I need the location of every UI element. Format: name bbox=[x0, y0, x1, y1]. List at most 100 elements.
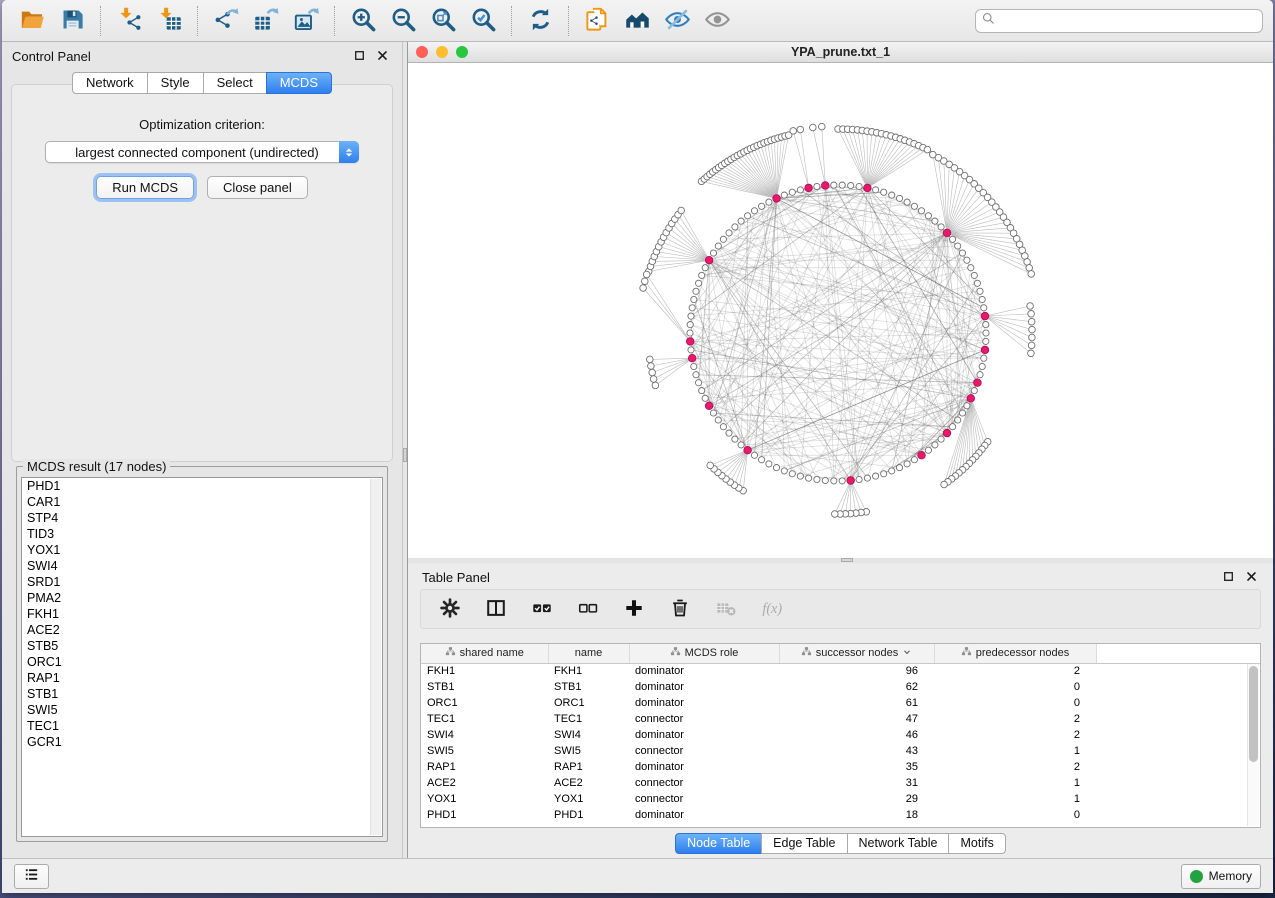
apply-layout-button[interactable] bbox=[520, 3, 560, 39]
task-history-button[interactable] bbox=[14, 864, 49, 889]
mcds-list-item[interactable]: STB1 bbox=[22, 686, 382, 702]
mcds-list-item[interactable]: ORC1 bbox=[22, 654, 382, 670]
mcds-list-item[interactable]: CAR1 bbox=[22, 494, 382, 510]
zoom-out-button[interactable] bbox=[383, 3, 423, 39]
splitter-grip[interactable] bbox=[403, 448, 407, 462]
tab-node-table[interactable]: Node Table bbox=[675, 833, 762, 854]
mcds-result-list[interactable]: PHD1CAR1STP4TID3YOX1SWI4SRD1PMA2FKH1ACE2… bbox=[21, 477, 383, 837]
mcds-button-row: Run MCDS Close panel bbox=[12, 176, 392, 199]
node-table[interactable]: shared namenameMCDS rolesuccessor nodesp… bbox=[421, 644, 1260, 823]
table-row-ORC1[interactable]: ORC1ORC1dominator610 bbox=[421, 695, 1260, 711]
zoom-selected-button[interactable] bbox=[463, 3, 503, 39]
table-scrollbar-thumb[interactable] bbox=[1249, 666, 1258, 762]
tab-mcds[interactable]: MCDS bbox=[266, 72, 332, 94]
minimize-traffic-light[interactable] bbox=[436, 46, 448, 58]
network-window-title: YPA_prune.txt_1 bbox=[408, 45, 1273, 59]
table-row-FKH1[interactable]: FKH1FKH1dominator962 bbox=[421, 663, 1260, 679]
memory-button[interactable]: Memory bbox=[1181, 864, 1261, 889]
table-row-PHD1[interactable]: PHD1PHD1dominator180 bbox=[421, 807, 1260, 823]
cell-filler bbox=[1096, 759, 1260, 775]
tab-network-table[interactable]: Network Table bbox=[847, 833, 950, 854]
mcds-list-item[interactable]: ACE2 bbox=[22, 622, 382, 638]
mcds-list-item[interactable]: PHD1 bbox=[22, 478, 382, 494]
table-row-ACE2[interactable]: ACE2ACE2connector311 bbox=[421, 775, 1260, 791]
export-network-button[interactable] bbox=[206, 3, 246, 39]
hide-selected-button[interactable] bbox=[657, 3, 697, 39]
zoom-fit-button[interactable] bbox=[423, 3, 463, 39]
table-row-RAP1[interactable]: RAP1RAP1dominator352 bbox=[421, 759, 1260, 775]
network-window: YPA_prune.txt_1 bbox=[408, 42, 1273, 558]
table-row-YOX1[interactable]: YOX1YOX1connector291 bbox=[421, 791, 1260, 807]
tab-style[interactable]: Style bbox=[147, 72, 204, 94]
mcds-list-item[interactable]: SWI4 bbox=[22, 558, 382, 574]
close-panel-button[interactable]: Close panel bbox=[207, 176, 308, 199]
splitter-grip[interactable] bbox=[841, 558, 853, 562]
mcds-list-item[interactable]: STB5 bbox=[22, 638, 382, 654]
table-scrollbar[interactable] bbox=[1247, 664, 1259, 826]
node-table-header-row: shared namenameMCDS rolesuccessor nodesp… bbox=[421, 644, 1260, 663]
column-header-successor-nodes[interactable]: successor nodes bbox=[779, 644, 934, 663]
import-network-button[interactable] bbox=[109, 3, 149, 39]
tab-edge-table[interactable]: Edge Table bbox=[761, 833, 847, 854]
export-table-button[interactable] bbox=[246, 3, 286, 39]
cell-mcds_role: connector bbox=[629, 791, 779, 807]
mcds-list-item[interactable]: PMA2 bbox=[22, 590, 382, 606]
tab-motifs[interactable]: Motifs bbox=[948, 833, 1005, 854]
main-content: Control Panel Network Style Select MCDS … bbox=[2, 42, 1273, 858]
create-column-button[interactable] bbox=[621, 596, 647, 622]
table-mode-button[interactable] bbox=[437, 596, 463, 622]
table-panel-float-button[interactable] bbox=[1221, 570, 1236, 585]
mcds-list-item[interactable]: GCR1 bbox=[22, 734, 382, 750]
column-header-predecessor-nodes[interactable]: predecessor nodes bbox=[934, 644, 1096, 663]
table-row-SWI5[interactable]: SWI5SWI5connector431 bbox=[421, 743, 1260, 759]
show-columns-button[interactable] bbox=[483, 596, 509, 622]
cell-mcds_role: dominator bbox=[629, 695, 779, 711]
cell-predecessor_nodes: 0 bbox=[934, 807, 1096, 823]
mcds-list-item[interactable]: YOX1 bbox=[22, 542, 382, 558]
column-header-shared-name[interactable]: shared name bbox=[421, 644, 548, 663]
column-header-name[interactable]: name bbox=[548, 644, 629, 663]
import-table-button[interactable] bbox=[149, 3, 189, 39]
column-header-MCDS-role[interactable]: MCDS role bbox=[629, 644, 779, 663]
show-all-button[interactable] bbox=[697, 3, 737, 39]
open-file-button[interactable] bbox=[12, 3, 52, 39]
mcds-list-item[interactable]: FKH1 bbox=[22, 606, 382, 622]
delete-columns-button[interactable] bbox=[667, 596, 693, 622]
unselect-all-rows-button[interactable] bbox=[575, 596, 601, 622]
mcds-list-item[interactable]: STP4 bbox=[22, 510, 382, 526]
table-panel-close-button[interactable] bbox=[1244, 570, 1259, 585]
mcds-list-scrollbar[interactable] bbox=[370, 479, 381, 835]
export-image-button[interactable] bbox=[286, 3, 326, 39]
save-session-button[interactable] bbox=[52, 3, 92, 39]
control-panel-close-button[interactable] bbox=[375, 49, 390, 64]
network-canvas[interactable] bbox=[408, 63, 1273, 558]
run-mcds-button[interactable]: Run MCDS bbox=[96, 176, 194, 199]
select-all-rows-button[interactable] bbox=[529, 596, 555, 622]
network-graph[interactable] bbox=[408, 63, 1273, 560]
mcds-list-item[interactable]: RAP1 bbox=[22, 670, 382, 686]
tab-network[interactable]: Network bbox=[72, 72, 148, 94]
search-box[interactable] bbox=[975, 9, 1263, 33]
search-input[interactable] bbox=[996, 14, 1257, 28]
zoom-in-button[interactable] bbox=[343, 3, 383, 39]
table-row-TEC1[interactable]: TEC1TEC1connector472 bbox=[421, 711, 1260, 727]
close-icon bbox=[1245, 571, 1258, 586]
mcds-list-item[interactable]: TEC1 bbox=[22, 718, 382, 734]
horizontal-splitter[interactable] bbox=[408, 558, 1273, 563]
cell-predecessor_nodes: 2 bbox=[934, 759, 1096, 775]
table-row-STB1[interactable]: STB1STB1dominator620 bbox=[421, 679, 1260, 695]
cell-shared_name: PHD1 bbox=[421, 807, 548, 823]
table-row-SWI4[interactable]: SWI4SWI4dominator462 bbox=[421, 727, 1260, 743]
mcds-list-item[interactable]: TID3 bbox=[22, 526, 382, 542]
mcds-list-item[interactable]: SWI5 bbox=[22, 702, 382, 718]
mcds-list-item[interactable]: SRD1 bbox=[22, 574, 382, 590]
zoom-traffic-light[interactable] bbox=[456, 46, 468, 58]
optimization-criterion-select[interactable]: largest connected component (undirected) bbox=[45, 141, 359, 163]
first-neighbors-button[interactable] bbox=[617, 3, 657, 39]
open-file-icon bbox=[19, 6, 46, 36]
new-network-from-selection-button[interactable] bbox=[577, 3, 617, 39]
tab-select[interactable]: Select bbox=[203, 72, 267, 94]
select-all-rows-icon bbox=[531, 597, 553, 622]
control-panel-float-button[interactable] bbox=[352, 49, 367, 64]
close-traffic-light[interactable] bbox=[416, 46, 428, 58]
